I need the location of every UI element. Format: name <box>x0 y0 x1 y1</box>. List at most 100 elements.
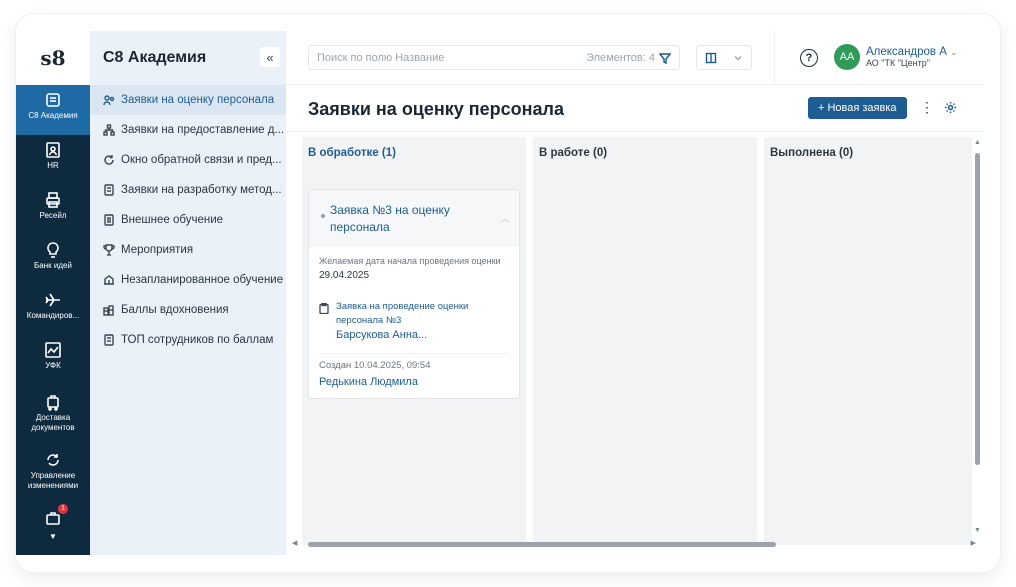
help-icon[interactable]: ? <box>800 49 818 67</box>
nav-item-label: Внешнее обучение <box>121 214 224 226</box>
scroll-right-arrow[interactable]: ▶ <box>971 539 976 547</box>
card-field-value: 29.04.2025 <box>319 270 370 281</box>
scroll-left-arrow[interactable]: ◀ <box>292 539 297 547</box>
author-link[interactable]: Редькина Людмила <box>319 376 418 388</box>
rail-item-label: HR <box>47 161 59 170</box>
columns-icon <box>705 52 717 63</box>
kanban-column-done: Выполнена (0) <box>764 137 972 545</box>
trophy-icon <box>103 244 115 256</box>
collapse-sidebar-button[interactable]: « <box>260 47 280 67</box>
nav-item-label: Заявки на разработку метод... <box>121 184 282 196</box>
chevron-down-icon <box>734 55 742 60</box>
scroll-up-arrow[interactable]: ▲ <box>974 139 981 146</box>
column-title: Выполнена (0) <box>770 147 854 159</box>
inbox-icon <box>46 93 60 107</box>
related-request-link[interactable]: Заявка на проведение оценки персонала №3 <box>336 300 496 328</box>
card-field-label: Желаемая дата начала проведения оценки <box>319 256 501 266</box>
filter-icon[interactable] <box>659 52 671 64</box>
rail-item-hr[interactable]: HR <box>16 135 90 185</box>
vertical-scroll-thumb[interactable] <box>975 153 980 465</box>
nav-item-external-training[interactable]: Внешнее обучение <box>90 205 286 235</box>
user-menu[interactable]: АА Александров А ⌄ АО "ТК "Центр" <box>834 44 957 70</box>
vertical-scrollbar[interactable]: ▲ ▼ <box>974 139 982 539</box>
chart-board-icon <box>45 342 61 358</box>
nav-item-personnel-assessment[interactable]: Заявки на оценку персонала <box>90 85 286 115</box>
rail-item-changes[interactable]: Управление изменениями <box>16 445 90 503</box>
nav-item-events[interactable]: Мероприятия <box>90 235 286 265</box>
divider <box>774 31 775 85</box>
chevron-down-icon[interactable]: ▼ <box>49 532 57 542</box>
status-dot <box>321 214 325 218</box>
rail-item-label: УФК <box>45 361 61 370</box>
nav-item-unplanned-training[interactable]: Незапланированное обучение <box>90 265 286 295</box>
rail-item-ideas[interactable]: Банк идей <box>16 235 90 285</box>
rail-item-ufk[interactable]: УФК <box>16 335 90 387</box>
clipboard-icon <box>319 301 329 319</box>
search-input[interactable]: Поиск по полю Название Элементов: 4 <box>308 45 680 70</box>
horizontal-scroll-thumb[interactable] <box>308 542 776 547</box>
briefcase-icon-wrap: 1 <box>44 504 68 532</box>
app-rail: s8 С8 Академия HR Ресейл Банк идей Коман… <box>16 31 90 555</box>
nav-item-label: Незапланированное обучение <box>121 274 284 286</box>
elements-count: Элементов: 4 <box>586 52 671 64</box>
nav-item-method-requests[interactable]: Заявки на разработку метод... <box>90 175 286 205</box>
rail-item-delivery[interactable]: Доставка документов <box>16 387 90 445</box>
page-title: Заявки на оценку персонала <box>308 99 564 119</box>
notification-badge: 1 <box>58 504 68 514</box>
nav-item-label: Заявки на оценку персонала <box>121 94 275 106</box>
document-icon <box>103 184 115 196</box>
nav-item-feedback[interactable]: Окно обратной связи и пред... <box>90 145 286 175</box>
nav-item-inspiration-points[interactable]: Баллы вдохновения <box>90 295 286 325</box>
new-request-button[interactable]: + Новая заявка <box>808 97 907 119</box>
hierarchy-icon <box>103 124 115 136</box>
rail-item-more[interactable]: 1 ▼ <box>16 503 90 541</box>
card-title[interactable]: Заявка №3 на оценку персонала <box>330 202 480 236</box>
scroll-down-arrow[interactable]: ▼ <box>974 527 981 534</box>
section-title: С8 Академия <box>103 49 207 66</box>
created-timestamp: Создан 10.04.2025, 09:54 <box>319 360 431 371</box>
book-icon <box>103 214 115 226</box>
elements-count-label: Элементов: 4 <box>586 51 655 64</box>
nav-item-provision-requests[interactable]: Заявки на предоставление д... <box>90 115 286 145</box>
app-window: s8 С8 Академия HR Ресейл Банк идей Коман… <box>16 31 984 555</box>
user-org: АО "ТК "Центр" <box>866 58 930 68</box>
app-logo[interactable]: s8 <box>16 31 90 85</box>
search-placeholder: Поиск по полю Название <box>317 51 445 64</box>
nav-item-label: Мероприятия <box>121 244 194 256</box>
rail-item-label: С8 Академия <box>28 111 78 120</box>
kanban-column-processing: В обработке (1) Заявка №3 на оценку перс… <box>302 137 526 545</box>
nav-item-top-employees[interactable]: ТОП сотрудников по баллам <box>90 325 286 355</box>
page-header: Заявки на оценку персонала + Новая заявк… <box>286 85 984 132</box>
more-options-icon[interactable]: ⋮ <box>920 99 934 116</box>
assignee-link[interactable]: Барсукова Анна... <box>336 329 427 341</box>
horizontal-scrollbar[interactable]: ◀ ▶ <box>292 540 976 549</box>
kanban-board: В обработке (1) Заявка №3 на оценку перс… <box>302 137 972 545</box>
chevron-up-icon[interactable]: ︿ <box>500 210 510 225</box>
feedback-icon <box>103 154 115 166</box>
id-card-icon <box>46 142 60 158</box>
gear-icon[interactable] <box>944 101 957 119</box>
user-info: Александров А ⌄ АО "ТК "Центр" <box>866 46 957 68</box>
view-mode-select[interactable] <box>696 45 752 70</box>
delivery-icon <box>47 395 59 411</box>
kanban-column-in-progress: В работе (0) <box>533 137 757 545</box>
chevron-down-icon: ⌄ <box>949 47 958 57</box>
rail-item-academy[interactable]: С8 Академия <box>16 85 90 135</box>
rail-items: С8 Академия HR Ресейл Банк идей Командир… <box>16 85 90 555</box>
nav-item-label: ТОП сотрудников по баллам <box>121 334 274 346</box>
coins-icon <box>103 304 115 316</box>
avatar: АА <box>834 44 860 70</box>
rail-item-resale[interactable]: Ресейл <box>16 185 90 235</box>
main-content: Поиск по полю Название Элементов: 4 ? АА… <box>286 31 984 555</box>
request-card[interactable]: Заявка №3 на оценку персонала ︿ Желаемая… <box>308 189 520 399</box>
divider <box>319 353 509 354</box>
refresh-icon <box>47 454 59 466</box>
idea-icon <box>47 242 59 258</box>
nav-item-label: Заявки на предоставление д... <box>121 124 285 136</box>
list-icon <box>103 334 115 346</box>
card-header[interactable]: Заявка №3 на оценку персонала ︿ <box>309 190 519 246</box>
rail-item-trips[interactable]: Командиров... <box>16 285 90 335</box>
user-name-row: Александров А ⌄ <box>866 46 957 58</box>
people-icon <box>103 94 115 106</box>
rail-item-label: Управление изменениями <box>27 471 79 490</box>
